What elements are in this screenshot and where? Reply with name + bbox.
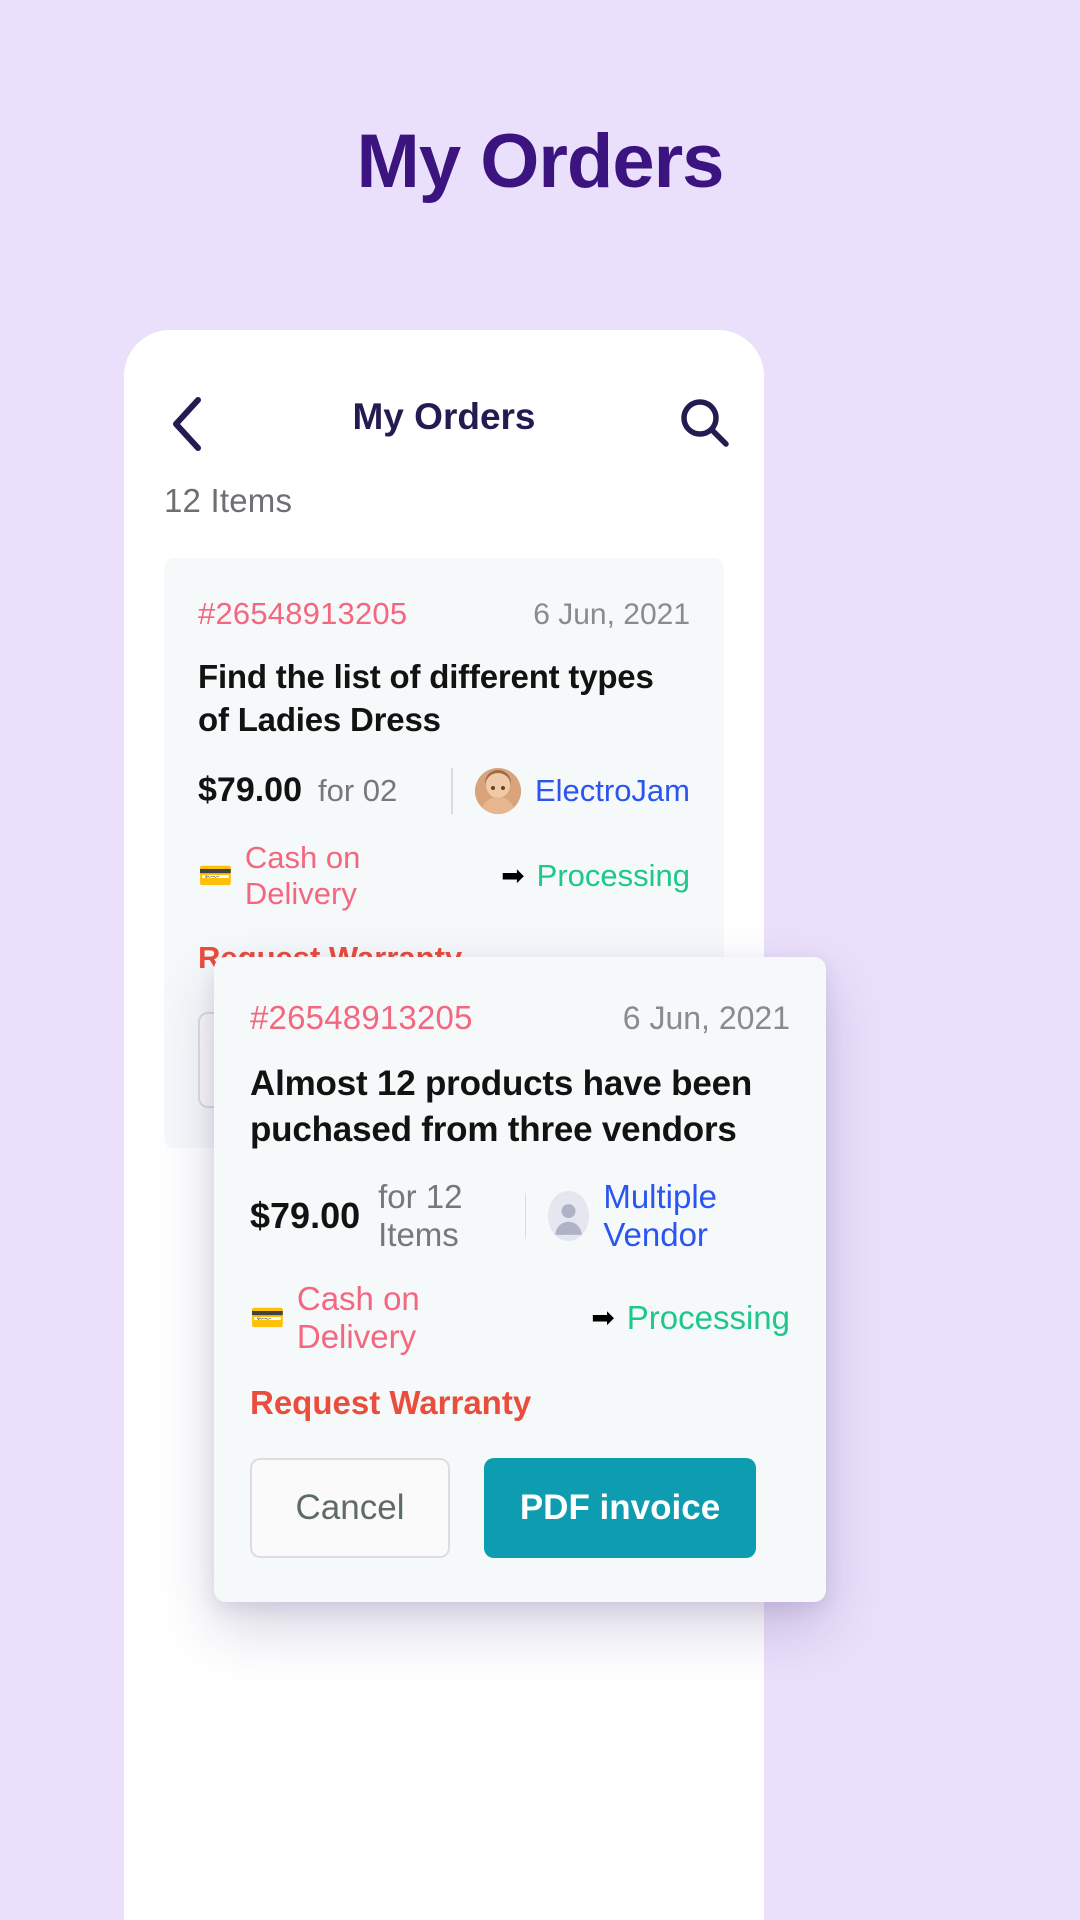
payment-method: Cash on Delivery (244, 839, 361, 911)
order-price: $79.00 (250, 1195, 361, 1236)
vendor-group[interactable]: Multiple Vendor (524, 1178, 790, 1254)
order-quantity: for 02 (318, 772, 398, 808)
order-date: 6 Jun, 2021 (622, 1000, 790, 1036)
items-count-label: 12 Items (164, 482, 293, 519)
vendor-avatar (548, 1191, 590, 1241)
order-quantity: for 12 Items (378, 1178, 463, 1253)
vertical-divider (524, 1193, 527, 1239)
payment-method-group: 💳 Cash on Delivery (250, 1280, 529, 1356)
vendor-group[interactable]: ElectroJam (450, 767, 690, 814)
payment-method: Cash on Delivery (296, 1280, 420, 1355)
order-date: 6 Jun, 2021 (533, 598, 690, 631)
vertical-divider (450, 767, 453, 814)
order-card-header: #26548913205 6 Jun, 2021 (250, 999, 790, 1037)
order-status-group: ➡ Processing (501, 858, 690, 894)
order-price-row: $79.00 for 12 Items Multiple Vendor (250, 1178, 790, 1254)
request-warranty-link[interactable]: Request Warranty (250, 1384, 790, 1422)
credit-card-icon: 💳 (198, 859, 233, 891)
vendor-avatar (474, 767, 521, 814)
order-meta-row: 💳 Cash on Delivery ➡ Processing (250, 1280, 790, 1356)
search-icon (676, 394, 732, 455)
screenshot-stage: My Orders My Orders 12 Items #2654891320… (0, 0, 1080, 1920)
app-bar: My Orders (124, 378, 764, 478)
order-status: Processing (626, 1299, 790, 1336)
order-actions: Cancel PDF invoice (250, 1458, 790, 1558)
order-id[interactable]: #26548913205 (198, 596, 407, 632)
pdf-invoice-button[interactable]: PDF invoice (484, 1458, 756, 1558)
search-button[interactable] (670, 390, 738, 458)
arrow-forward-icon: ➡ (591, 1302, 615, 1333)
order-id[interactable]: #26548913205 (250, 999, 473, 1037)
order-card-floating[interactable]: #26548913205 6 Jun, 2021 Almost 12 produ… (214, 957, 826, 1602)
order-description: Find the list of different types of Ladi… (198, 658, 654, 738)
payment-method-group: 💳 Cash on Delivery (198, 840, 445, 912)
vendor-name[interactable]: ElectroJam (535, 773, 690, 809)
vendor-name[interactable]: Multiple Vendor (603, 1178, 790, 1254)
app-bar-title: My Orders (352, 396, 536, 437)
order-card-header: #26548913205 6 Jun, 2021 (198, 596, 690, 632)
order-status: Processing (536, 857, 690, 893)
order-price: $79.00 (198, 771, 302, 810)
order-description: Almost 12 products have been puchased fr… (250, 1064, 753, 1149)
order-price-row: $79.00 for 02 ElectroJam (198, 767, 690, 814)
cancel-button[interactable]: Cancel (250, 1458, 450, 1558)
order-status-group: ➡ Processing (591, 1299, 790, 1337)
page-title: My Orders (356, 119, 725, 204)
arrow-forward-icon: ➡ (501, 859, 525, 891)
order-meta-row: 💳 Cash on Delivery ➡ Processing (198, 840, 690, 912)
credit-card-icon: 💳 (250, 1302, 285, 1333)
